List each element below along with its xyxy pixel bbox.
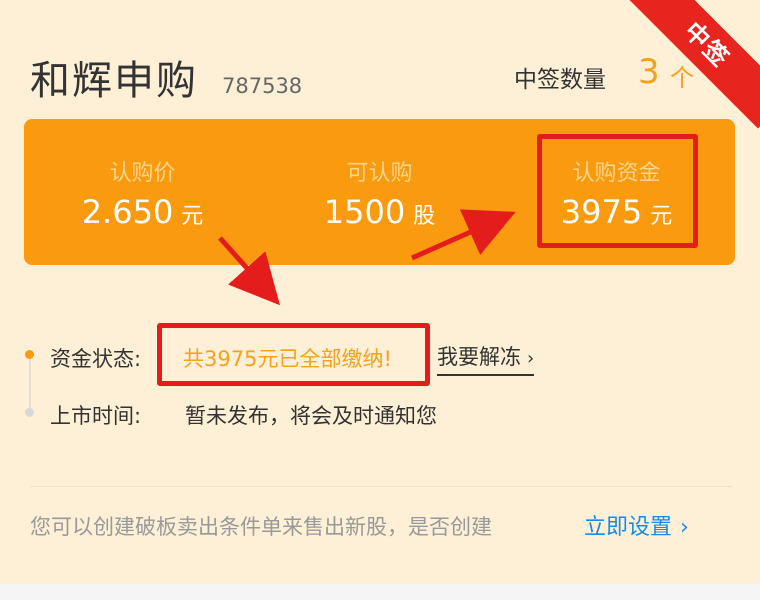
divider [30,486,732,487]
subscription-price-number: 2.650 [81,193,174,231]
stock-code: 787538 [222,74,303,98]
chevron-right-icon: › [527,348,535,369]
page-title: 和辉申购 [30,58,198,104]
unfreeze-link[interactable]: 我要解冻 › [437,341,535,376]
bottom-strip [0,584,760,600]
subscribable-shares-number: 1500 [323,193,406,231]
subscription-price-column: 认购价 2.650 元 [24,119,261,265]
subscribable-shares-value: 1500 股 [261,193,498,231]
timeline-dot-active-icon [25,350,34,359]
listing-time-value: 暂未发布，将会及时通知您 [185,404,437,428]
conditional-order-hint: 您可以创建破板卖出条件单来售出新股，是否创建 [30,515,492,539]
subscribable-shares-column: 可认购 1500 股 [261,119,498,265]
lot-count-unit: 个 [670,64,694,92]
lot-count-label: 中签数量 [514,67,606,93]
chevron-right-icon: › [680,515,689,540]
unfreeze-link-label: 我要解冻 [437,345,521,369]
subscription-price-unit: 元 [181,204,204,229]
timeline-line [29,356,31,412]
timeline-dot-inactive-icon [25,408,34,417]
subscribable-shares-label: 可认购 [346,161,413,186]
funds-highlight-box [537,134,698,248]
ipo-card: 中签 和辉申购 787538 中签数量 3 个 认购价 2.650 元 可认购 1… [0,0,760,584]
setup-now-link[interactable]: 立即设置 › [584,509,689,541]
setup-now-label: 立即设置 [584,515,673,540]
lot-count-value: 3 [638,52,660,92]
subscription-price-label: 认购价 [109,161,176,186]
fund-status-highlight-box [157,323,430,386]
listing-time-label: 上市时间: [50,404,142,428]
subscribable-shares-unit: 股 [413,204,436,229]
subscription-price-value: 2.650 元 [24,193,261,231]
fund-status-label: 资金状态: [50,347,142,371]
